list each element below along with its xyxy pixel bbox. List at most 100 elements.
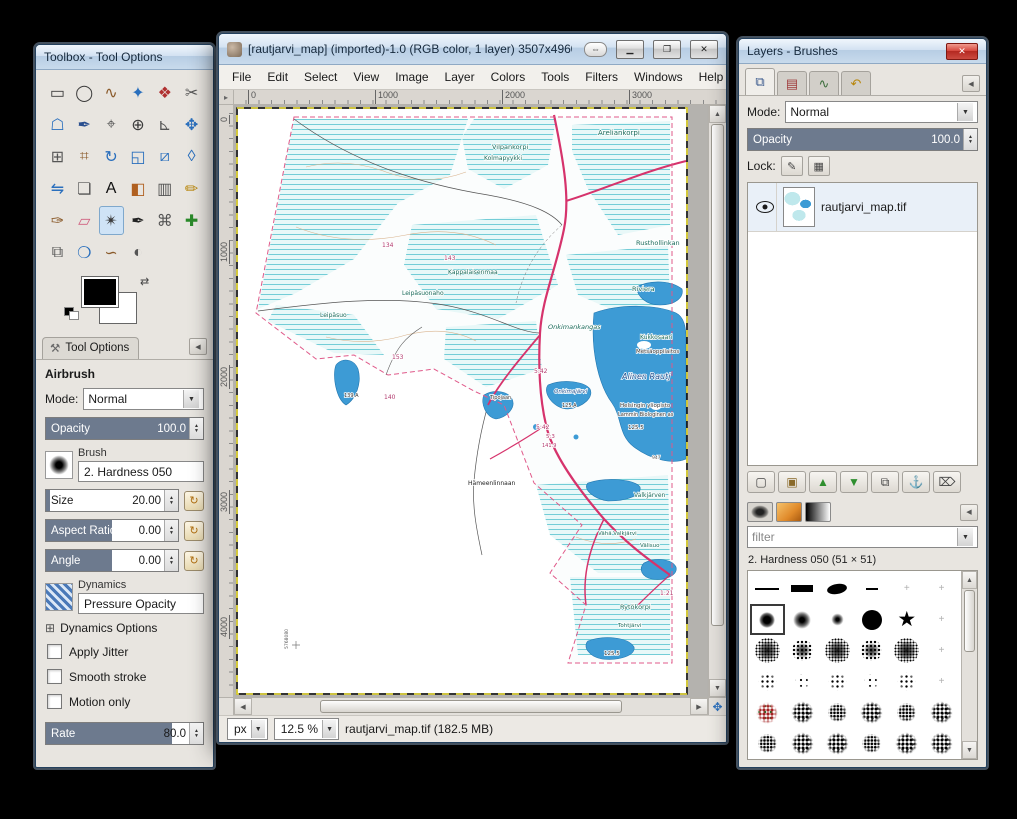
scroll-right-icon[interactable]: ▶ bbox=[690, 698, 708, 715]
layers-titlebar[interactable]: Layers - Brushes ✕ bbox=[739, 39, 986, 64]
scroll-down-icon[interactable]: ▼ bbox=[962, 741, 977, 759]
tab-channels[interactable]: ▤ bbox=[777, 71, 807, 95]
tool-eraser-icon[interactable]: ▱ bbox=[72, 206, 97, 235]
tool-paths-icon[interactable]: ✒ bbox=[72, 110, 97, 139]
horizontal-ruler[interactable]: 0100020003000 bbox=[234, 90, 726, 104]
reset-size-button[interactable]: ↻ bbox=[184, 491, 204, 511]
tab-patterns[interactable] bbox=[776, 502, 802, 522]
layer-mode-select[interactable]: Normal ▼ bbox=[785, 101, 978, 123]
menu-image[interactable]: Image bbox=[388, 67, 435, 87]
tool-gradient-icon[interactable]: ▥ bbox=[152, 174, 177, 203]
tool-align-icon[interactable]: ⊞ bbox=[45, 142, 70, 171]
tab-tool-options[interactable]: ⚒ Tool Options bbox=[42, 337, 139, 359]
new-group-button[interactable]: ▣ bbox=[778, 471, 806, 493]
brush-item[interactable] bbox=[750, 697, 785, 728]
brush-item[interactable] bbox=[889, 635, 924, 666]
brush-item[interactable] bbox=[820, 573, 855, 604]
new-layer-button[interactable]: ▢ bbox=[747, 471, 775, 493]
foreground-color-swatch[interactable] bbox=[82, 277, 118, 307]
visibility-eye-icon[interactable] bbox=[756, 201, 774, 213]
brush-item[interactable] bbox=[785, 697, 820, 728]
menu-colors[interactable]: Colors bbox=[484, 67, 533, 87]
spinner[interactable]: ▲▼ bbox=[164, 520, 178, 541]
reset-angle-button[interactable]: ↻ bbox=[184, 551, 204, 571]
brush-item[interactable] bbox=[750, 604, 785, 635]
size-slider[interactable]: Size 20.00 ▲▼ bbox=[45, 489, 179, 512]
brush-item[interactable]: + bbox=[924, 604, 959, 635]
menu-select[interactable]: Select bbox=[297, 67, 344, 87]
tool-perspective-clone-icon[interactable]: ⧉ bbox=[45, 238, 70, 267]
brush-item[interactable] bbox=[785, 635, 820, 666]
tool-foreground-select-icon[interactable]: ☖ bbox=[45, 110, 70, 139]
tool-free-select-icon[interactable]: ∿ bbox=[99, 78, 124, 107]
tool-cage-transform-icon[interactable]: ❏ bbox=[72, 174, 97, 203]
vertical-ruler[interactable]: 01000200030004000 bbox=[219, 105, 234, 697]
collapse-dock-icon[interactable]: ◀ bbox=[960, 504, 978, 521]
tab-layers[interactable]: ⧉ bbox=[745, 68, 775, 95]
angle-slider[interactable]: Angle 0.00 ▲▼ bbox=[45, 549, 179, 572]
spinner[interactable]: ▲▼ bbox=[164, 490, 178, 511]
tool-rotate-icon[interactable]: ↻ bbox=[99, 142, 124, 171]
mode-select[interactable]: Normal ▼ bbox=[83, 388, 204, 410]
tool-airbrush-icon[interactable]: ✴ bbox=[99, 206, 124, 235]
toolbox-titlebar[interactable]: Toolbox - Tool Options bbox=[36, 45, 213, 70]
brush-thumbnail[interactable] bbox=[45, 451, 73, 479]
brush-scroll-thumb[interactable] bbox=[964, 590, 975, 652]
vertical-scroll-thumb[interactable] bbox=[711, 124, 724, 626]
ruler-corner-icon[interactable]: ▸ bbox=[219, 90, 234, 104]
tool-rectangle-select-icon[interactable]: ▭ bbox=[45, 78, 70, 107]
tool-clone-icon[interactable]: ⌘ bbox=[152, 206, 177, 235]
tab-paths[interactable]: ∿ bbox=[809, 71, 839, 95]
brush-item[interactable] bbox=[854, 728, 889, 759]
brush-item[interactable]: + bbox=[924, 635, 959, 666]
brush-item[interactable] bbox=[750, 666, 785, 697]
scroll-up-icon[interactable]: ▲ bbox=[962, 571, 977, 589]
tab-gradients[interactable] bbox=[805, 502, 831, 522]
brush-item[interactable] bbox=[854, 635, 889, 666]
dynamics-select[interactable]: Pressure Opacity bbox=[78, 593, 204, 614]
tool-zoom-icon[interactable]: ⊕ bbox=[126, 110, 151, 139]
zoom-select[interactable]: 12.5 % ▼ bbox=[274, 718, 339, 740]
menu-layer[interactable]: Layer bbox=[438, 67, 482, 87]
brush-item[interactable] bbox=[889, 728, 924, 759]
lock-pixels-icon[interactable]: ✎ bbox=[781, 156, 803, 176]
brush-item[interactable]: ★ bbox=[889, 604, 924, 635]
collapse-dock-icon[interactable]: ◀ bbox=[189, 338, 207, 355]
checkbox-smooth-stroke[interactable]: Smooth stroke bbox=[45, 669, 204, 684]
brush-item[interactable] bbox=[750, 635, 785, 666]
tool-smudge-icon[interactable]: ∽ bbox=[99, 238, 124, 267]
tab-brushes[interactable] bbox=[747, 502, 773, 522]
tool-measure-icon[interactable]: ⊾ bbox=[152, 110, 177, 139]
menu-tools[interactable]: Tools bbox=[534, 67, 576, 87]
menu-help[interactable]: Help bbox=[692, 67, 727, 87]
brush-item[interactable]: + bbox=[924, 573, 959, 604]
spinner[interactable]: ▲▼ bbox=[963, 129, 977, 150]
close-button[interactable]: ✕ bbox=[946, 43, 978, 60]
tool-perspective-icon[interactable]: ◊ bbox=[179, 142, 204, 171]
tool-pencil-icon[interactable]: ✏ bbox=[179, 174, 204, 203]
menu-windows[interactable]: Windows bbox=[627, 67, 690, 87]
menu-filters[interactable]: Filters bbox=[578, 67, 625, 87]
tool-dodge-burn-icon[interactable]: ◐ bbox=[126, 238, 151, 267]
brush-item[interactable] bbox=[820, 635, 855, 666]
brush-item[interactable] bbox=[854, 666, 889, 697]
checkbox-apply-jitter[interactable]: Apply Jitter bbox=[45, 644, 204, 659]
close-button[interactable]: ✕ bbox=[690, 40, 718, 59]
brush-item[interactable] bbox=[820, 604, 855, 635]
brush-item[interactable] bbox=[750, 728, 785, 759]
reset-aspect-button[interactable]: ↻ bbox=[184, 521, 204, 541]
brush-item[interactable] bbox=[820, 728, 855, 759]
brush-item[interactable] bbox=[820, 697, 855, 728]
duplicate-layer-button[interactable]: ⧉ bbox=[871, 471, 899, 493]
brush-item[interactable]: + bbox=[889, 573, 924, 604]
tool-shear-icon[interactable]: ⧄ bbox=[152, 142, 177, 171]
brush-select[interactable]: 2. Hardness 050 bbox=[78, 461, 204, 482]
aspect-ratio-slider[interactable]: Aspect Ratio 0.00 ▲▼ bbox=[45, 519, 179, 542]
brush-item[interactable] bbox=[785, 666, 820, 697]
tool-heal-icon[interactable]: ✚ bbox=[179, 206, 204, 235]
rate-slider[interactable]: Rate 80.0 ▲▼ bbox=[45, 722, 204, 745]
swap-colors-icon[interactable]: ⇄ bbox=[140, 275, 149, 288]
brush-scrollbar[interactable]: ▲ ▼ bbox=[961, 571, 977, 759]
vertical-scrollbar[interactable]: ▲ ▼ bbox=[708, 105, 726, 697]
tool-fuzzy-select-icon[interactable]: ✦ bbox=[126, 78, 151, 107]
